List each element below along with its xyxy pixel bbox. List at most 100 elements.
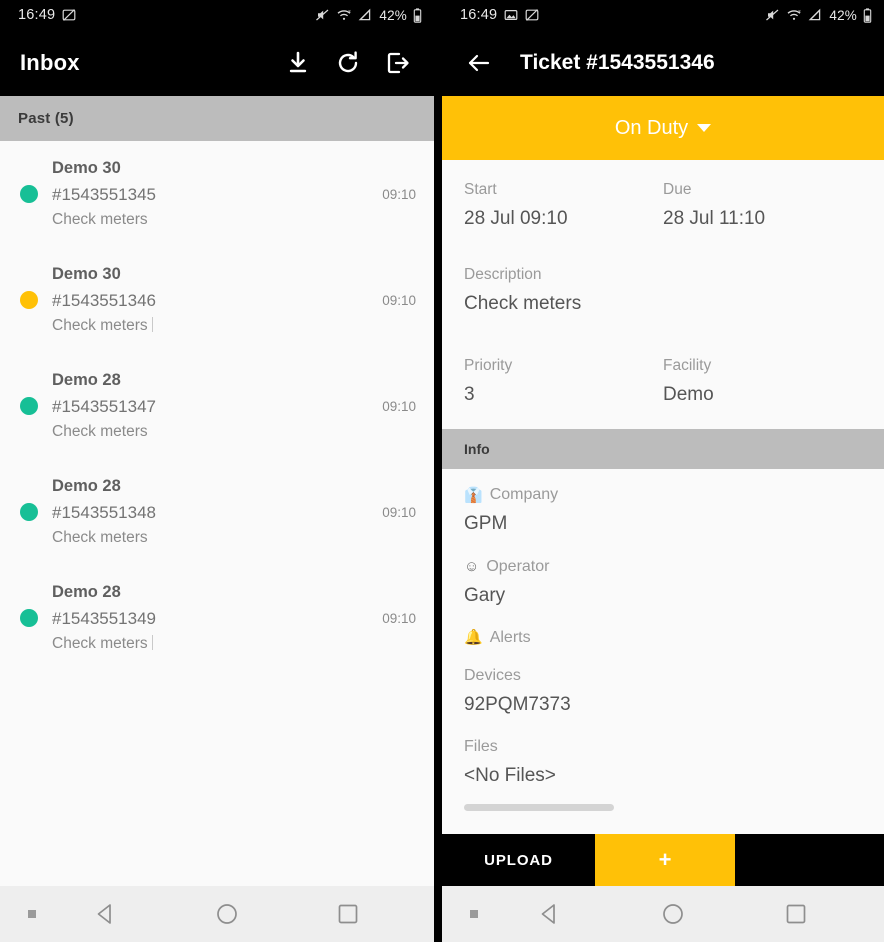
info-field: ☺ Operator Gary — [442, 541, 884, 612]
status-badge — [20, 291, 38, 309]
list-item-description: Check meters — [52, 528, 148, 546]
list-item-title: Demo 28 — [52, 371, 121, 390]
home-nav-icon[interactable] — [214, 901, 240, 927]
list-item-ticket-number: #1543551349 — [52, 609, 157, 629]
description-field: Description Check meters — [442, 235, 884, 328]
list-item-ticket-number: #1543551348 — [52, 503, 157, 523]
status-badge — [20, 185, 38, 203]
android-nav-bar-left — [0, 886, 434, 942]
description-label: Description — [464, 266, 542, 284]
start-value: 28 Jul 09:10 — [464, 207, 568, 229]
back-nav-icon[interactable] — [93, 901, 119, 927]
description-value: Check meters — [464, 292, 582, 314]
status-badge — [20, 397, 38, 415]
list-item[interactable]: Demo 30 #1543551346 Check meters 09:10 — [0, 247, 434, 353]
back-nav-icon[interactable] — [537, 901, 563, 927]
info-field-value: Gary — [464, 584, 506, 606]
info-field: 🔔 Alerts — [442, 612, 884, 650]
due-field: Due 28 Jul 11:10 — [663, 178, 862, 235]
info-field-label: 🔔 Alerts — [464, 626, 862, 650]
status-time: 16:49 — [18, 7, 56, 23]
duty-status-dropdown[interactable]: On Duty — [442, 96, 884, 160]
dual-phone-screenshot: 16:49 × 42% Inbox Past (5) Demo 30 #1543… — [0, 0, 884, 942]
home-nav-icon[interactable] — [660, 901, 686, 927]
ticket-body: On Duty Start 28 Jul 09:10 Due 28 Jul 11… — [442, 96, 884, 886]
list-item-description: Check meters — [52, 632, 372, 656]
start-label: Start — [464, 181, 497, 198]
info-field-label: ☺ Operator — [464, 555, 862, 579]
horizontal-scrollbar[interactable] — [464, 804, 614, 812]
nav-items-right — [478, 901, 884, 927]
info-section-header: Info — [442, 429, 884, 470]
wifi-icon: × — [336, 8, 352, 22]
info-field-label: Devices — [464, 664, 862, 688]
screenshot-icon — [62, 8, 76, 22]
upload-button[interactable]: UPLOAD — [442, 834, 595, 886]
app-bar-actions — [284, 49, 418, 77]
status-bar-left-group: 16:49 — [18, 7, 76, 23]
list-item-content: Demo 30 #1543551346 Check meters — [52, 262, 372, 337]
ticket-list: Demo 30 #1543551345 Check meters 09:10 Demo … — [0, 141, 434, 886]
ticket-action-bar: UPLOAD + — [442, 834, 884, 886]
info-field-label: Files — [464, 735, 862, 759]
add-button[interactable]: + — [595, 834, 735, 886]
list-item-description: Check meters — [52, 422, 148, 440]
ticket-title: Ticket #1543551346 — [520, 51, 715, 74]
priority-value: 3 — [464, 383, 475, 405]
download-icon[interactable] — [284, 49, 312, 77]
status-bar-left: 16:49 × 42% — [0, 0, 434, 30]
screenshot-icon — [525, 8, 539, 22]
info-field-value: <No Files> — [464, 765, 556, 787]
logout-icon[interactable] — [384, 49, 412, 77]
list-item-time: 09:10 — [382, 398, 416, 414]
ticket-detail-scroll[interactable]: Start 28 Jul 09:10 Due 28 Jul 11:10 Desc… — [442, 160, 884, 834]
list-item[interactable]: Demo 28 #1543551347 Check meters 09:10 — [0, 353, 434, 459]
info-field-value: 92PQM7373 — [464, 693, 571, 715]
necktie-icon: 👔 — [464, 486, 483, 504]
nav-indicator-dot — [28, 910, 36, 918]
list-item-time: 09:10 — [382, 610, 416, 626]
list-item-content: Demo 28 #1543551348 Check meters — [52, 474, 372, 549]
priority-label: Priority — [464, 357, 513, 375]
bell-icon: 🔔 — [464, 629, 483, 647]
priority-facility-row: Priority 3 Facility Demo — [442, 328, 884, 411]
priority-field: Priority 3 — [464, 354, 663, 411]
battery-percent: 42% — [379, 7, 407, 23]
recents-nav-icon[interactable] — [783, 901, 809, 927]
svg-text:×: × — [348, 9, 351, 15]
battery-icon — [413, 7, 422, 23]
list-item[interactable]: Demo 28 #1543551348 Check meters 09:10 — [0, 459, 434, 565]
chevron-down-icon — [697, 124, 712, 132]
list-item-content: Demo 28 #1543551347 Check meters — [52, 368, 372, 443]
section-header-past: Past (5) — [0, 96, 434, 141]
info-label-text: Alerts — [489, 628, 531, 646]
mute-icon — [765, 8, 780, 22]
list-item[interactable]: Demo 28 #1543551349 Check meters 09:10 — [0, 565, 434, 671]
text-cursor — [151, 316, 153, 332]
arrow-left-icon[interactable] — [462, 46, 496, 80]
inbox-app-bar: Inbox — [0, 30, 434, 96]
facility-field: Facility Demo — [663, 354, 862, 411]
list-item-ticket-number: #1543551347 — [52, 397, 157, 417]
recents-nav-icon[interactable] — [335, 901, 361, 927]
info-field: Files <No Files> — [442, 721, 884, 792]
list-item-description: Check meters — [52, 314, 372, 338]
status-badge — [20, 609, 38, 627]
info-field: Devices 92PQM7373 — [442, 650, 884, 721]
start-field: Start 28 Jul 09:10 — [464, 178, 663, 235]
status-bar-right-group-2: × 42% — [765, 8, 872, 23]
battery-icon — [863, 7, 872, 23]
list-item[interactable]: Demo 30 #1543551345 Check meters 09:10 — [0, 141, 434, 247]
info-label-text: Company — [489, 486, 559, 504]
refresh-icon[interactable] — [334, 49, 362, 77]
list-item-ticket-number: #1543551345 — [52, 185, 157, 205]
status-bar-right-group: × 42% — [315, 8, 422, 23]
ticket-detail-panel: 16:49 × 42% Ticket #1543551346 On Duty S… — [442, 0, 884, 942]
status-bar-right: 16:49 × 42% — [442, 0, 884, 30]
nav-items-left — [36, 901, 434, 927]
person-icon: ☺ — [464, 558, 480, 576]
inbox-panel: 16:49 × 42% Inbox Past (5) Demo 30 #1543… — [0, 0, 434, 942]
mute-icon — [315, 8, 330, 22]
info-label-text: Operator — [486, 557, 550, 575]
list-item-title: Demo 28 — [52, 477, 121, 496]
